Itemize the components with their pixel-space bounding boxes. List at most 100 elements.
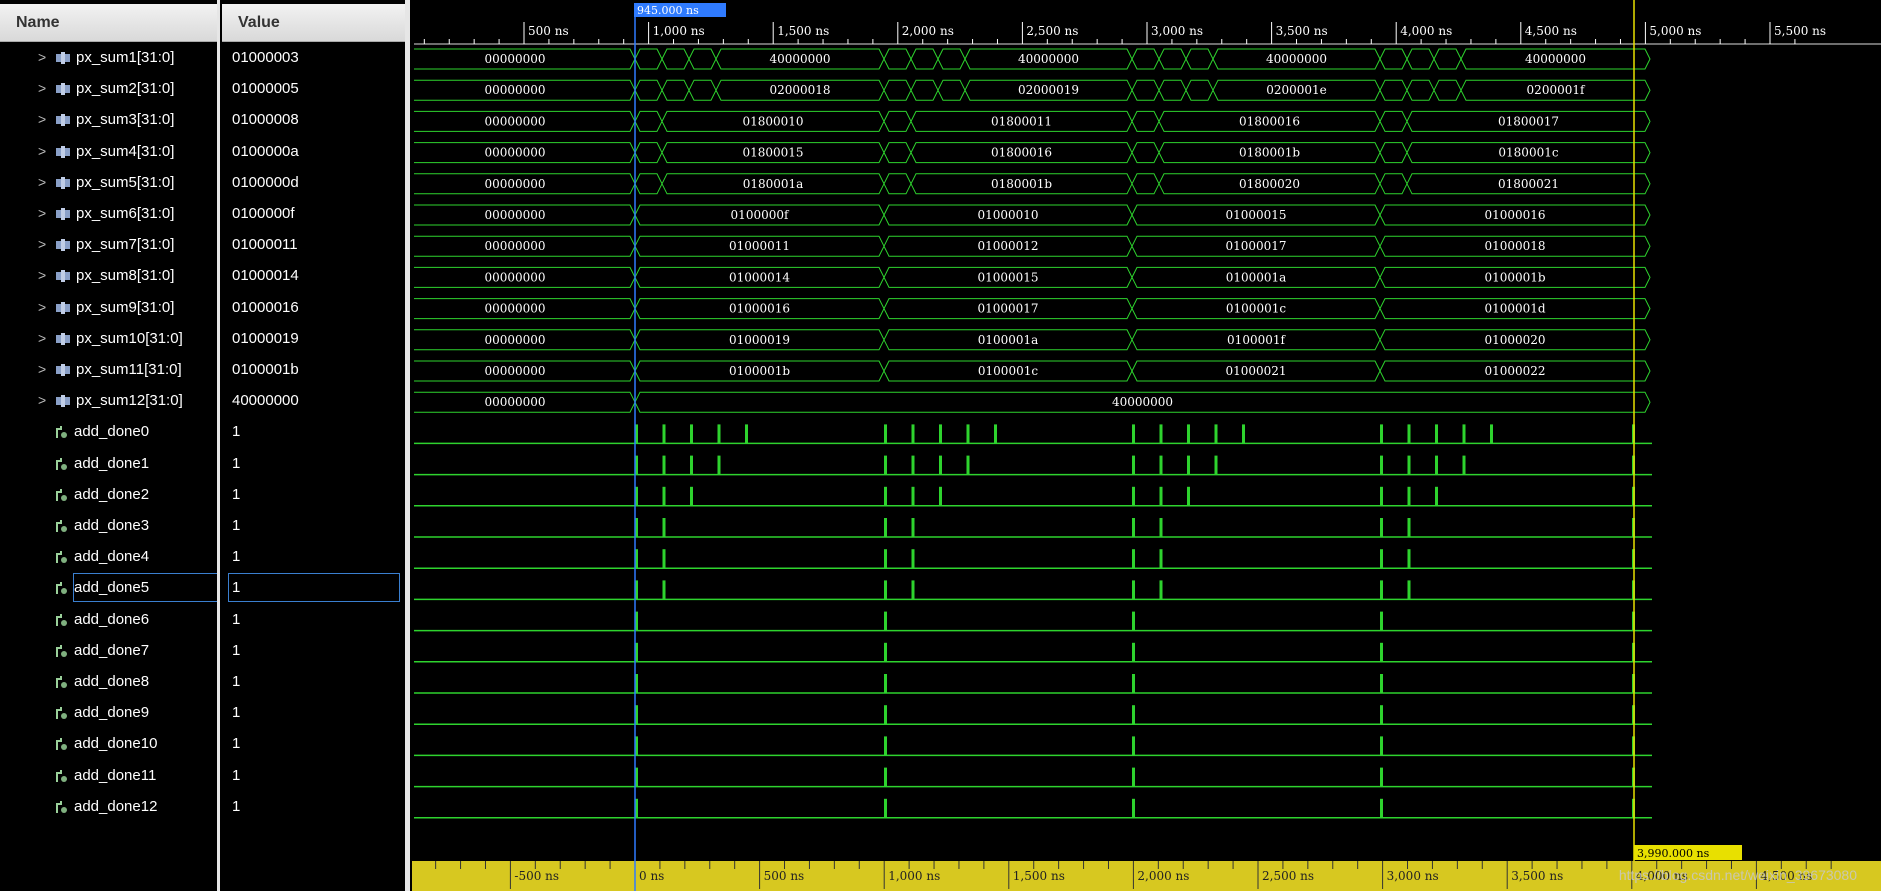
bus-signal-icon: [56, 52, 70, 65]
signal-name: px_sum9[31:0]: [76, 298, 175, 316]
signal-value[interactable]: 1: [222, 510, 406, 541]
chevron-right-icon[interactable]: >: [38, 198, 52, 229]
bus-segment-value: 00000000: [484, 208, 545, 222]
signal-value[interactable]: 01000005: [222, 73, 406, 104]
signal-value[interactable]: 01000008: [222, 104, 406, 135]
signal-value[interactable]: 1: [222, 416, 406, 447]
signal-row-px_sum5[interactable]: > px_sum5[31:0]: [0, 167, 218, 198]
chevron-right-icon[interactable]: >: [38, 73, 52, 104]
signal-value[interactable]: 0100000d: [222, 167, 406, 198]
signal-row-add_done9[interactable]: add_done9: [0, 697, 218, 728]
signal-value[interactable]: 1: [222, 448, 406, 479]
chevron-right-icon[interactable]: >: [38, 229, 52, 260]
watermark: https://blog.csdn.net/weixin_39673080: [1618, 867, 1857, 883]
signal-row-add_done7[interactable]: add_done7: [0, 635, 218, 666]
bit-pulse: [1132, 580, 1135, 600]
signal-value[interactable]: 01000003: [222, 42, 406, 73]
signal-value[interactable]: 1: [222, 666, 406, 697]
bit-pulse: [1435, 486, 1438, 506]
signal-row-px_sum9[interactable]: > px_sum9[31:0]: [0, 292, 218, 323]
signal-value[interactable]: 01000016: [222, 292, 406, 323]
bit-wave-add_done11: [414, 767, 1652, 788]
signal-row-add_done3[interactable]: add_done3: [0, 510, 218, 541]
signal-row-px_sum12[interactable]: > px_sum12[31:0]: [0, 385, 218, 416]
signal-row-px_sum4[interactable]: > px_sum4[31:0]: [0, 136, 218, 167]
signal-value[interactable]: 1: [222, 760, 406, 791]
bus-segment-value: 00000000: [484, 239, 545, 253]
signal-value-text: 1: [232, 766, 241, 784]
chevron-right-icon[interactable]: >: [38, 385, 52, 416]
signal-row-px_sum3[interactable]: > px_sum3[31:0]: [0, 104, 218, 135]
signal-row-add_done1[interactable]: add_done1: [0, 448, 218, 479]
chevron-right-icon[interactable]: >: [38, 323, 52, 354]
signal-row-add_done12[interactable]: add_done12: [0, 791, 218, 822]
signal-row-add_done11[interactable]: add_done11: [0, 760, 218, 791]
signal-value[interactable]: 1: [222, 728, 406, 759]
bus-glitch: [1131, 79, 1160, 101]
bus-glitch: [883, 48, 912, 70]
chevron-right-icon[interactable]: >: [38, 354, 52, 385]
chevron-right-icon[interactable]: >: [38, 260, 52, 291]
bus-wave-px_sum7: 00000000 01000011 01000012 01000017 01000018: [414, 235, 1651, 257]
signal-value[interactable]: 01000011: [222, 229, 406, 260]
bus-signal-icon: [56, 239, 70, 252]
signal-value[interactable]: 1: [222, 697, 406, 728]
chevron-right-icon[interactable]: >: [38, 292, 52, 323]
bus-glitch: [1379, 110, 1408, 132]
signal-value[interactable]: 01000014: [222, 260, 406, 291]
bit-pulse: [939, 424, 942, 444]
bus-segment-value: 02000018: [769, 83, 830, 97]
signal-row-px_sum6[interactable]: > px_sum6[31:0]: [0, 198, 218, 229]
signal-value[interactable]: 0100000a: [222, 136, 406, 167]
bus-segment-value: 01000010: [977, 208, 1038, 222]
column-divider[interactable]: [405, 0, 410, 891]
ruler-label: 5,000 ns: [1649, 24, 1701, 38]
signal-row-px_sum2[interactable]: > px_sum2[31:0]: [0, 73, 218, 104]
signal-value[interactable]: 1: [222, 604, 406, 635]
signal-value[interactable]: 40000000: [222, 385, 406, 416]
signal-row-add_done5[interactable]: add_done5: [0, 572, 218, 603]
signal-row-px_sum11[interactable]: > px_sum11[31:0]: [0, 354, 218, 385]
ruler-label: 4,000 ns: [1400, 24, 1452, 38]
bus-segment-value: 01000021: [1225, 364, 1286, 378]
signal-value[interactable]: 1: [222, 635, 406, 666]
signal-name: add_done8: [74, 673, 150, 690]
signal-row-add_done4[interactable]: add_done4: [0, 541, 218, 572]
signal-value[interactable]: 01000019: [222, 323, 406, 354]
signal-value[interactable]: 1: [222, 791, 406, 822]
bit-wave-add_done8: [414, 674, 1652, 694]
chevron-right-icon[interactable]: >: [38, 167, 52, 198]
signal-row-px_sum1[interactable]: > px_sum1[31:0]: [0, 42, 218, 73]
signal-value[interactable]: 1: [222, 479, 406, 510]
bit-pulse: [662, 424, 666, 444]
bus-glitch: [883, 142, 912, 164]
signal-value[interactable]: 0100001b: [222, 354, 406, 385]
signal-row-add_done2[interactable]: add_done2: [0, 479, 218, 510]
value-column-header[interactable]: Value: [222, 4, 406, 42]
chevron-right-icon[interactable]: >: [38, 104, 52, 135]
signal-row-add_done6[interactable]: add_done6: [0, 604, 218, 635]
waveform-canvas[interactable]: 500 ns 1,000 ns 1,500 ns 2,000 ns 2,500 ns 3,…: [412, 0, 1881, 891]
signal-value[interactable]: 1: [222, 541, 406, 572]
bus-segment-value: 02000019: [1018, 83, 1079, 97]
signal-row-add_done8[interactable]: add_done8: [0, 666, 218, 697]
ruler-label: 2,500 ns: [1262, 869, 1314, 883]
bus-signal-icon: [56, 145, 70, 158]
signal-value[interactable]: 0100000f: [222, 198, 406, 229]
signal-name: px_sum8[31:0]: [76, 267, 175, 285]
signal-row-px_sum8[interactable]: > px_sum8[31:0]: [0, 260, 218, 291]
chevron-right-icon[interactable]: >: [38, 136, 52, 167]
signal-value-text: 1: [232, 454, 241, 472]
chevron-right-icon[interactable]: >: [38, 42, 52, 73]
bus-segment-value: 0180001c: [1498, 146, 1558, 160]
bit-pulse: [1132, 611, 1135, 631]
signal-row-px_sum10[interactable]: > px_sum10[31:0]: [0, 323, 218, 354]
signal-row-add_done0[interactable]: add_done0: [0, 416, 218, 447]
bus-segment-value: 01800020: [1239, 177, 1300, 191]
signal-row-px_sum7[interactable]: > px_sum7[31:0]: [0, 229, 218, 260]
bus-glitch: [1379, 79, 1408, 101]
signal-value-text: 1: [232, 610, 241, 628]
name-column-header[interactable]: Name: [0, 4, 220, 42]
signal-value[interactable]: 1: [222, 572, 406, 603]
signal-row-add_done10[interactable]: add_done10: [0, 728, 218, 759]
